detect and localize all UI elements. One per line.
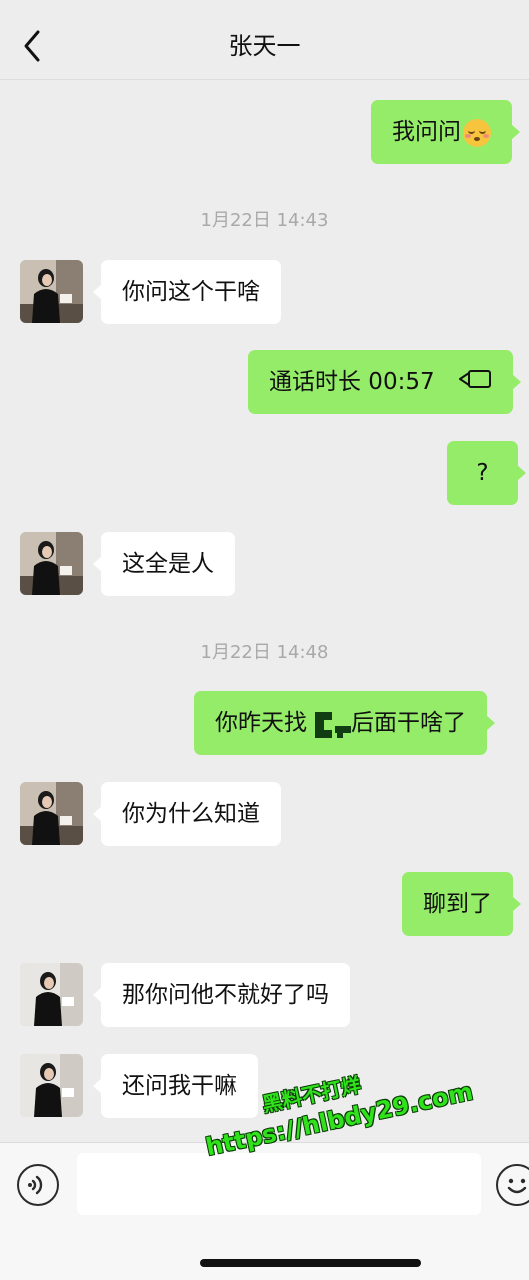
chat-title: 张天一 bbox=[228, 32, 301, 60]
message-bubble-sent[interactable]: 我问问 bbox=[371, 100, 520, 164]
message-bubble-received[interactable]: 那你问他不就好了吗 bbox=[93, 963, 350, 1027]
avatar[interactable] bbox=[20, 532, 83, 595]
avatar[interactable] bbox=[20, 260, 83, 323]
call-record-bubble[interactable]: 通话时长 00:57 bbox=[248, 350, 521, 415]
message-bubble-sent[interactable]: 你昨天找 后面干啥了 bbox=[194, 691, 495, 755]
message-text: 还问我干嘛 bbox=[122, 1073, 237, 1099]
watermark-line1: 黑料不打烊 bbox=[260, 1072, 363, 1117]
face-emoji-icon bbox=[463, 118, 491, 147]
message-bubble-sent[interactable]: ? bbox=[447, 441, 526, 505]
message-text: 这全是人 bbox=[122, 551, 214, 577]
message-bubble-received[interactable]: 这全是人 bbox=[93, 532, 235, 596]
message-bubble-received[interactable]: 你问这个干啥 bbox=[93, 260, 281, 324]
message-text: ? bbox=[476, 460, 489, 486]
voice-input-icon[interactable] bbox=[17, 1164, 59, 1206]
message-text: 那你问他不就好了吗 bbox=[122, 982, 329, 1008]
message-text-before: 你昨天找 bbox=[215, 710, 307, 736]
message-bubble-received[interactable]: 你为什么知道 bbox=[93, 782, 281, 846]
redaction-mark bbox=[307, 710, 351, 738]
avatar[interactable] bbox=[20, 963, 83, 1026]
timestamp: 1月22日 14:48 bbox=[200, 642, 329, 663]
message-text: 通话时长 00:57 bbox=[269, 369, 435, 395]
message-text: 聊到了 bbox=[423, 891, 492, 917]
message-text: 我问问 bbox=[392, 119, 461, 145]
chat-header: 张天一 bbox=[0, 0, 529, 80]
avatar[interactable] bbox=[20, 1054, 83, 1117]
message-input[interactable] bbox=[77, 1153, 481, 1215]
smiley-icon[interactable] bbox=[496, 1164, 529, 1206]
chat-screen: 张天一 我问问 1月22日 14:43 你问这个干啥 通话时长 00:57 ? … bbox=[0, 0, 529, 1280]
message-text: 你问这个干啥 bbox=[122, 279, 260, 305]
message-bubble-received[interactable]: 还问我干嘛 bbox=[93, 1054, 258, 1118]
timestamp: 1月22日 14:43 bbox=[200, 210, 329, 231]
message-bubble-sent[interactable]: 聊到了 bbox=[402, 872, 521, 936]
back-icon[interactable] bbox=[18, 26, 48, 66]
video-camera-icon bbox=[458, 351, 492, 415]
avatar[interactable] bbox=[20, 782, 83, 845]
message-text: 你为什么知道 bbox=[122, 801, 260, 827]
message-text-after: 后面干啥了 bbox=[351, 710, 466, 736]
home-indicator[interactable] bbox=[200, 1259, 421, 1267]
